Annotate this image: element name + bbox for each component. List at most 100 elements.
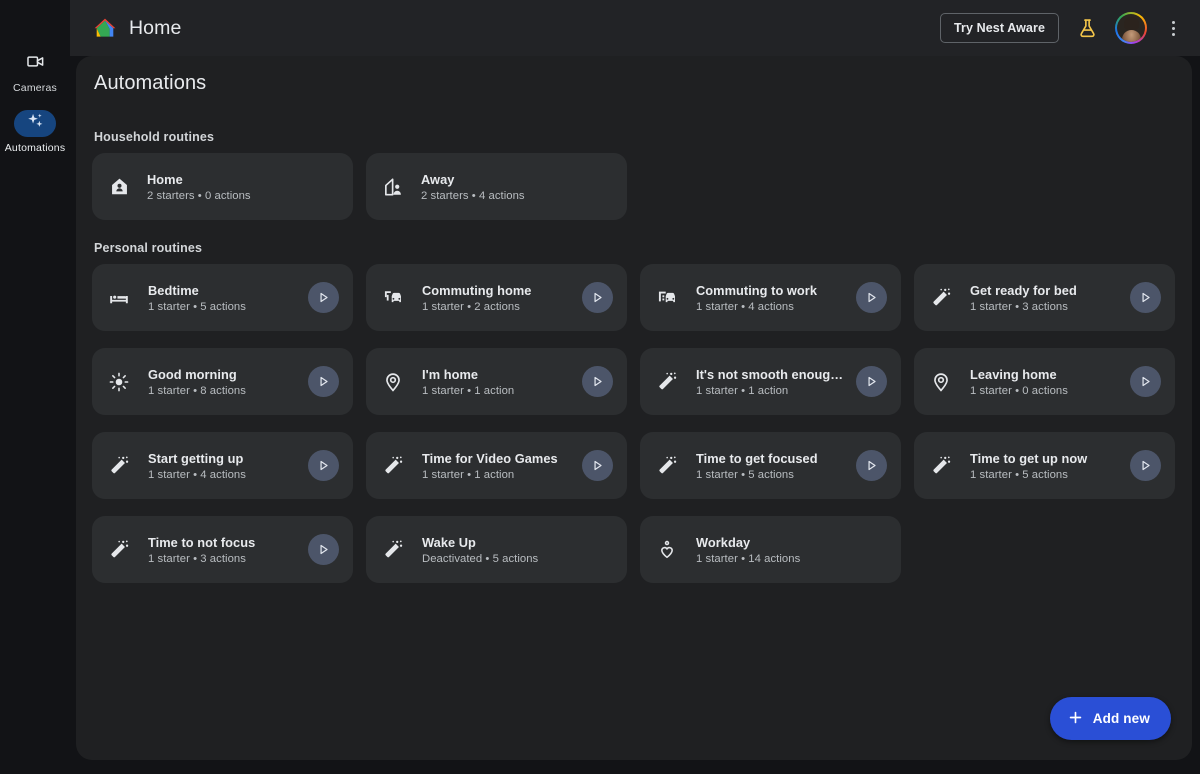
sun-icon <box>107 370 131 394</box>
routine-card-text: Time to not focus 1 starter • 3 actions <box>148 535 302 565</box>
magic-wand-icon <box>381 454 405 478</box>
routine-name: Workday <box>696 534 751 550</box>
play-routine-button[interactable] <box>308 534 339 565</box>
routine-subtitle: 1 starter • 3 actions <box>970 300 1068 313</box>
routine-card-text: Time to get up now 1 starter • 5 actions <box>970 451 1124 481</box>
routine-card-text: Home 2 starters • 0 actions <box>147 172 339 202</box>
section-personal-routines: Personal routines Bedtime 1 starter • 5 … <box>92 241 1176 583</box>
sidebar-item-automations[interactable]: Automations <box>0 110 70 154</box>
routine-subtitle: 1 starter • 1 action <box>696 384 789 397</box>
play-routine-button[interactable] <box>308 282 339 313</box>
routine-subtitle: 1 starter • 8 actions <box>148 384 246 397</box>
bed-icon <box>107 286 131 310</box>
try-nest-aware-button[interactable]: Try Nest Aware <box>939 13 1059 43</box>
magic-wand-icon <box>381 538 405 562</box>
kebab-menu-icon[interactable] <box>1160 12 1186 44</box>
magic-wand-icon <box>929 454 953 478</box>
personal-routines-grid: Bedtime 1 starter • 5 actions Commuting … <box>92 264 1176 583</box>
house-filled-icon <box>107 175 131 199</box>
magic-wand-icon <box>655 370 679 394</box>
routine-card-away[interactable]: Away 2 starters • 4 actions <box>366 153 627 220</box>
routine-card-commuting-home[interactable]: Commuting home 1 starter • 2 actions <box>366 264 627 331</box>
routine-card-time-to-get-up-now[interactable]: Time to get up now 1 starter • 5 actions <box>914 432 1175 499</box>
routine-card-text: Time to get focused 1 starter • 5 action… <box>696 451 850 481</box>
play-routine-button[interactable] <box>1130 366 1161 397</box>
play-routine-button[interactable] <box>308 450 339 481</box>
magic-wand-icon <box>929 286 953 310</box>
routine-sections: Household routines Home 2 starters • 0 a… <box>92 130 1176 583</box>
routine-name: Commuting home <box>422 282 532 298</box>
routine-card-time-to-not-focus[interactable]: Time to not focus 1 starter • 3 actions <box>92 516 353 583</box>
routine-subtitle: 1 starter • 14 actions <box>696 552 801 565</box>
play-routine-button[interactable] <box>1130 282 1161 313</box>
routine-subtitle: 1 starter • 0 actions <box>970 384 1068 397</box>
routine-card-text: Commuting to work 1 starter • 4 actions <box>696 283 850 313</box>
play-routine-button[interactable] <box>856 366 887 397</box>
brand[interactable]: Home <box>92 16 181 40</box>
content-panel: Automations Household routines Home 2 st… <box>76 56 1192 760</box>
play-routine-button[interactable] <box>308 366 339 397</box>
sidebar-item-automations-label: Automations <box>4 142 66 154</box>
play-routine-button[interactable] <box>582 450 613 481</box>
location-pin-icon <box>381 370 405 394</box>
section-household-routines: Household routines Home 2 starters • 0 a… <box>92 130 1176 220</box>
routine-name: Time to get focused <box>696 450 818 466</box>
routine-subtitle: 1 starter • 4 actions <box>148 468 246 481</box>
routine-name: Good morning <box>148 366 237 382</box>
household-routines-grid: Home 2 starters • 0 actions Away 2 start… <box>92 153 1176 220</box>
routine-name: Wake Up <box>422 534 476 550</box>
app-title: Home <box>129 16 182 39</box>
routine-card-wake-up[interactable]: Wake Up Deactivated • 5 actions <box>366 516 627 583</box>
magic-wand-icon <box>107 538 131 562</box>
topbar-actions: Try Nest Aware <box>939 12 1186 44</box>
routine-card-time-for-video-games[interactable]: Time for Video Games 1 starter • 1 actio… <box>366 432 627 499</box>
routine-subtitle: 2 starters • 0 actions <box>147 189 251 202</box>
routine-card-text: It's not smooth enough in here 1 starter… <box>696 367 850 397</box>
routine-card-commuting-to-work[interactable]: Commuting to work 1 starter • 4 actions <box>640 264 901 331</box>
avatar[interactable] <box>1115 12 1147 44</box>
routine-name: Bedtime <box>148 282 199 298</box>
magic-wand-icon <box>655 454 679 478</box>
house-person-icon <box>381 175 405 199</box>
car-home-icon <box>381 286 405 310</box>
routine-name: Home <box>147 171 183 187</box>
routine-subtitle: 1 starter • 5 actions <box>696 468 794 481</box>
play-routine-button[interactable] <box>856 450 887 481</box>
location-pin-icon <box>929 370 953 394</box>
automations-pill <box>14 110 56 137</box>
play-routine-button[interactable] <box>1130 450 1161 481</box>
play-routine-button[interactable] <box>582 282 613 313</box>
routine-name: Time to not focus <box>148 534 256 550</box>
sidebar-item-cameras[interactable]: Cameras <box>0 50 70 94</box>
add-new-button[interactable]: Add new <box>1049 697 1171 740</box>
routine-card-time-to-get-focused[interactable]: Time to get focused 1 starter • 5 action… <box>640 432 901 499</box>
routine-card-text: I'm home 1 starter • 1 action <box>422 367 576 397</box>
routine-card-leaving-home[interactable]: Leaving home 1 starter • 0 actions <box>914 348 1175 415</box>
video-camera-icon <box>26 52 45 76</box>
kebab-dot <box>1171 32 1175 36</box>
routine-name: Get ready for bed <box>970 282 1077 298</box>
routine-card-get-ready-for-bed[interactable]: Get ready for bed 1 starter • 3 actions <box>914 264 1175 331</box>
play-routine-button[interactable] <box>856 282 887 313</box>
routine-card-text: Workday 1 starter • 14 actions <box>696 535 887 565</box>
add-new-label: Add new <box>1092 711 1150 726</box>
app-root: Cameras Automations Home Try Nest Aware … <box>0 0 1200 774</box>
routine-subtitle: Deactivated • 5 actions <box>422 552 539 565</box>
routine-card-good-morning[interactable]: Good morning 1 starter • 8 actions <box>92 348 353 415</box>
sidebar-nav: Cameras Automations <box>0 0 70 774</box>
routine-subtitle: 1 starter • 5 actions <box>148 300 246 313</box>
play-routine-button[interactable] <box>582 366 613 397</box>
routine-card-bedtime[interactable]: Bedtime 1 starter • 5 actions <box>92 264 353 331</box>
kebab-dot <box>1171 20 1175 24</box>
routine-card-text: Wake Up Deactivated • 5 actions <box>422 535 613 565</box>
flask-icon[interactable] <box>1072 13 1102 43</box>
routine-card-workday[interactable]: Workday 1 starter • 14 actions <box>640 516 901 583</box>
sparkles-icon <box>25 111 46 137</box>
routine-card-home[interactable]: Home 2 starters • 0 actions <box>92 153 353 220</box>
routine-card-start-getting-up[interactable]: Start getting up 1 starter • 4 actions <box>92 432 353 499</box>
plus-icon <box>1067 709 1084 729</box>
routine-card-its-not-smooth-enough-in-here[interactable]: It's not smooth enough in here 1 starter… <box>640 348 901 415</box>
routine-card-text: Away 2 starters • 4 actions <box>421 172 613 202</box>
routine-card-im-home[interactable]: I'm home 1 starter • 1 action <box>366 348 627 415</box>
routine-subtitle: 1 starter • 3 actions <box>148 552 246 565</box>
